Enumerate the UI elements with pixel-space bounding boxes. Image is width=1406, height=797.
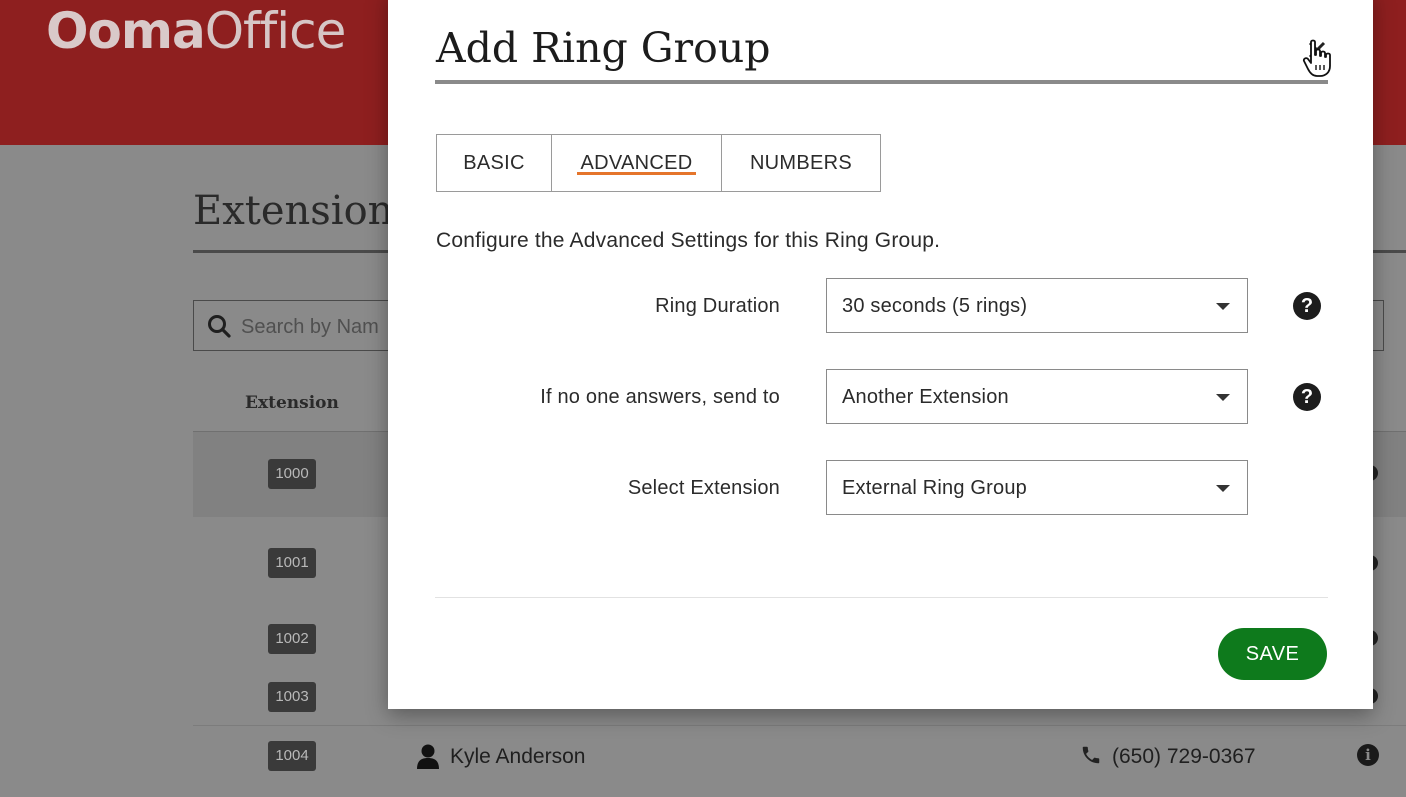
- tab-label: NUMBERS: [749, 151, 853, 174]
- user-name: Kyle Anderson: [450, 745, 586, 768]
- extension-badge: 1002: [268, 624, 316, 654]
- select-extension-label: Select Extension: [627, 477, 780, 499]
- dialog-title: Add Ring Group: [436, 24, 771, 72]
- selected-value: Another Extension: [842, 386, 1009, 408]
- no-answer-destination-select[interactable]: Another Extension: [826, 369, 1248, 424]
- search-placeholder: Search by Nam: [241, 316, 379, 338]
- extension-badge: 1000: [268, 459, 316, 489]
- table-row-divider: [193, 725, 1406, 726]
- page-title: Extension: [193, 188, 394, 234]
- tab-basic[interactable]: BASIC: [436, 134, 552, 192]
- add-ring-group-dialog: Add Ring Group BASIC ADVANCED NUMBERS Co…: [388, 0, 1373, 709]
- close-button[interactable]: [1305, 38, 1329, 62]
- chevron-down-icon: [1216, 394, 1230, 401]
- title-divider: [435, 80, 1328, 84]
- logo-word-office: Office: [204, 2, 347, 60]
- footer-divider: [435, 597, 1328, 598]
- extension-badge: 1001: [268, 548, 316, 578]
- tab-numbers[interactable]: NUMBERS: [721, 134, 881, 192]
- save-button[interactable]: SAVE: [1218, 628, 1327, 680]
- tab-advanced[interactable]: ADVANCED: [551, 134, 722, 192]
- select-extension-select[interactable]: External Ring Group: [826, 460, 1248, 515]
- ring-duration-select[interactable]: 30 seconds (5 rings): [826, 278, 1248, 333]
- ooma-office-logo: OomaOffice: [46, 2, 347, 60]
- no-answer-destination-label: If no one answers, send to: [540, 386, 780, 408]
- info-icon[interactable]: i: [1357, 744, 1379, 766]
- help-icon[interactable]: ?: [1293, 292, 1321, 320]
- selected-value: 30 seconds (5 rings): [842, 295, 1028, 317]
- tab-bar: BASIC ADVANCED NUMBERS: [436, 134, 881, 192]
- selected-value: External Ring Group: [842, 477, 1028, 499]
- extension-badge: 1004: [268, 741, 316, 771]
- logo-word-ooma: Ooma: [46, 2, 206, 60]
- chevron-down-icon: [1216, 303, 1230, 310]
- search-icon: [208, 315, 231, 338]
- ring-duration-label: Ring Duration: [655, 295, 780, 317]
- extension-badge: 1003: [268, 682, 316, 712]
- tab-label: BASIC: [463, 151, 525, 174]
- person-icon: [417, 744, 439, 769]
- phone-icon: [1082, 746, 1100, 764]
- column-header-extension: Extension: [245, 393, 339, 413]
- chevron-down-icon: [1216, 485, 1230, 492]
- close-icon: [1308, 41, 1326, 59]
- help-icon[interactable]: ?: [1293, 383, 1321, 411]
- section-description: Configure the Advanced Settings for this…: [436, 229, 941, 252]
- active-tab-indicator: [577, 172, 696, 175]
- user-phone-number: (650) 729-0367: [1112, 745, 1256, 768]
